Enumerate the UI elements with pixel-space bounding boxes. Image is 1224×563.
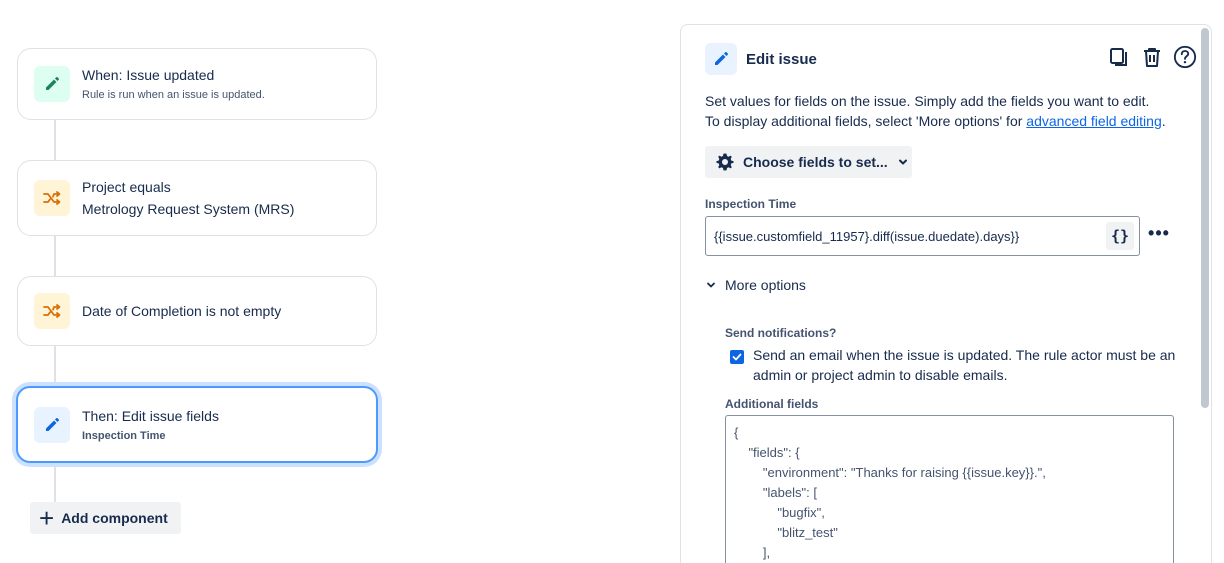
advanced-field-editing-link[interactable]: advanced field editing bbox=[1026, 113, 1161, 129]
gear-icon bbox=[715, 152, 735, 172]
flow-connector bbox=[54, 462, 56, 504]
description-line: To display additional fields, select 'Mo… bbox=[705, 111, 1185, 131]
panel-title: Edit issue bbox=[746, 50, 817, 68]
description-text: . bbox=[1161, 113, 1166, 129]
condition-subtitle: Metrology Request System (MRS) bbox=[82, 201, 295, 217]
action-card-edit-issue[interactable]: Then: Edit issue fields Inspection Time bbox=[16, 386, 378, 463]
chevron-down-icon bbox=[897, 156, 909, 168]
plus-icon: + bbox=[39, 503, 55, 533]
description-line: Set values for fields on the issue. Simp… bbox=[705, 93, 1150, 109]
add-component-label: Add component bbox=[61, 510, 168, 526]
additional-fields-textarea[interactable]: { "fields": { "environment": "Thanks for… bbox=[725, 415, 1174, 563]
check-icon bbox=[732, 353, 742, 361]
action-title: Then: Edit issue fields bbox=[82, 407, 219, 424]
flow-connector bbox=[54, 344, 56, 388]
condition-card-project[interactable]: Project equals Metrology Request System … bbox=[17, 160, 377, 236]
panel-description: Set values for fields on the issue. Simp… bbox=[705, 91, 1185, 131]
condition-card-completion[interactable]: Date of Completion is not empty bbox=[17, 276, 377, 346]
send-notifications-checkbox[interactable] bbox=[730, 350, 744, 364]
description-text: To display additional fields, select 'Mo… bbox=[705, 113, 1027, 129]
chevron-down-icon bbox=[705, 279, 717, 291]
more-options-toggle[interactable]: More options bbox=[705, 277, 806, 293]
inspection-time-input[interactable]: {{issue.customfield_11957}.diff(issue.du… bbox=[705, 216, 1140, 256]
help-icon[interactable] bbox=[1173, 45, 1197, 69]
flow-connector bbox=[54, 234, 56, 278]
pencil-icon bbox=[34, 406, 70, 443]
trash-icon[interactable] bbox=[1140, 45, 1164, 69]
send-notifications-text: Send an email when the issue is updated.… bbox=[753, 347, 1176, 383]
condition-title: Project equals bbox=[82, 179, 171, 195]
flow-connector bbox=[54, 118, 56, 162]
panel-scrollbar[interactable] bbox=[1201, 28, 1209, 408]
choose-fields-button[interactable]: Choose fields to set... bbox=[705, 146, 912, 178]
smart-value-button[interactable]: {} bbox=[1106, 222, 1134, 250]
inspection-time-value: {{issue.customfield_11957}.diff(issue.du… bbox=[714, 228, 1020, 244]
more-options-label: More options bbox=[725, 277, 806, 293]
choose-fields-label: Choose fields to set... bbox=[743, 154, 888, 170]
copy-icon[interactable] bbox=[1107, 45, 1131, 69]
edit-issue-panel: Edit issue Set values for fields on the … bbox=[680, 24, 1212, 563]
add-component-button[interactable]: + Add component bbox=[30, 502, 181, 534]
trigger-subtitle: Rule is run when an issue is updated. bbox=[82, 89, 265, 101]
shuffle-icon bbox=[34, 293, 70, 329]
action-subtitle: Inspection Time bbox=[82, 429, 166, 442]
trigger-card[interactable]: When: Issue updated Rule is run when an … bbox=[17, 48, 377, 120]
inspection-time-label: Inspection Time bbox=[705, 197, 797, 211]
more-actions-icon[interactable]: ••• bbox=[1147, 221, 1171, 245]
pencil-icon bbox=[34, 66, 70, 102]
rule-flow: When: Issue updated Rule is run when an … bbox=[0, 0, 660, 563]
additional-fields-label: Additional fields bbox=[725, 397, 819, 411]
send-notifications-label: Send notifications? bbox=[725, 326, 837, 340]
shuffle-icon bbox=[34, 180, 70, 216]
panel-actions bbox=[1107, 45, 1197, 69]
panel-header: Edit issue bbox=[705, 43, 817, 75]
condition-title: Date of Completion is not empty bbox=[82, 303, 282, 319]
pencil-icon bbox=[705, 43, 737, 75]
trigger-title: When: Issue updated bbox=[82, 67, 215, 83]
